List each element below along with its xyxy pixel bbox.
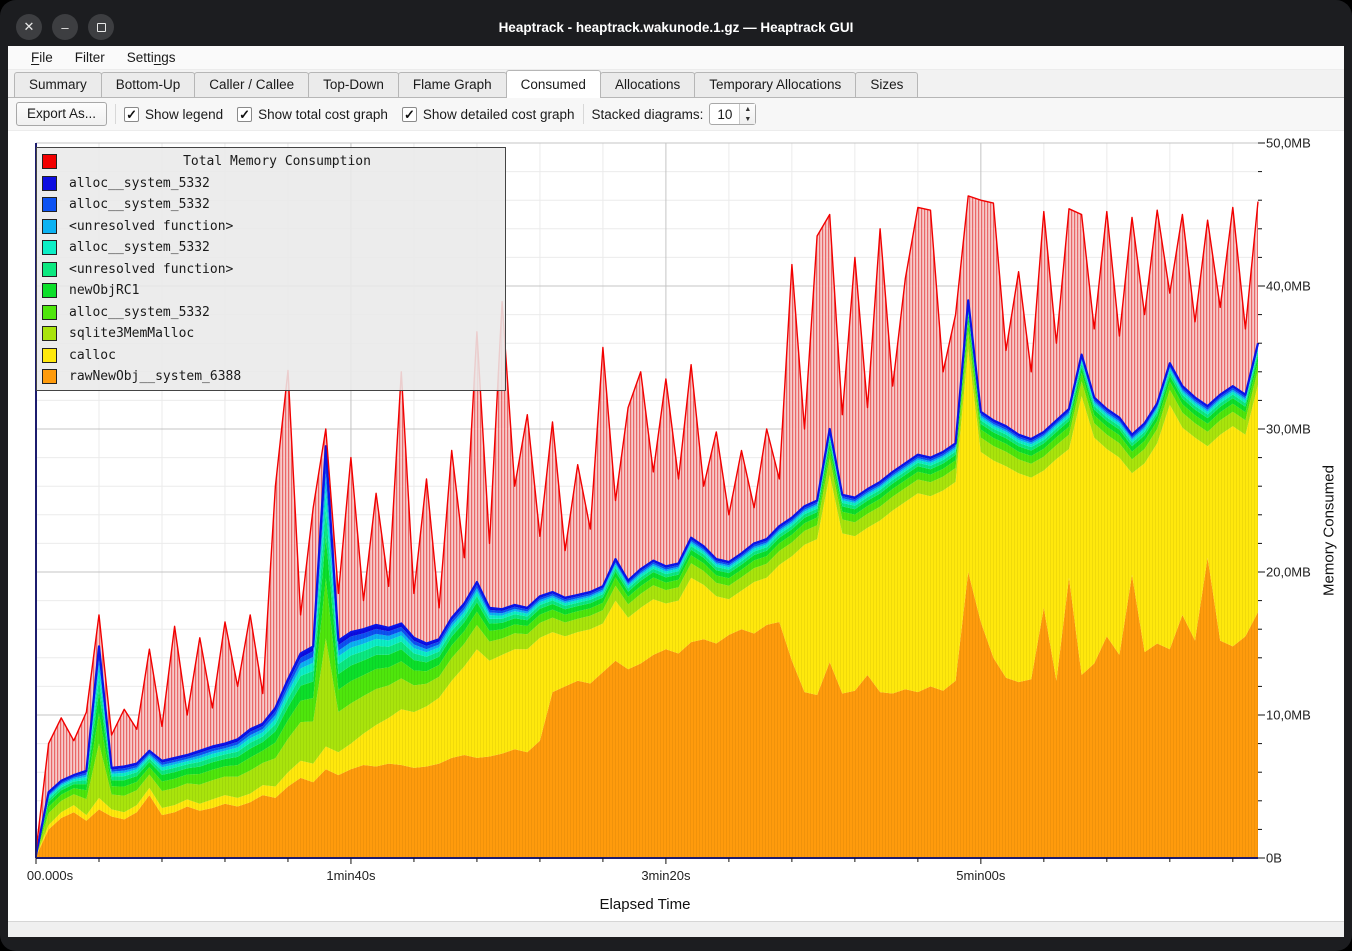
legend-item[interactable]: alloc__system_5332 [37, 302, 505, 322]
chart-legend[interactable]: Total Memory Consumption alloc__system_53… [36, 147, 506, 391]
titlebar: ✕ – Heaptrack - heaptrack.wakunode.1.gz … [8, 8, 1344, 46]
legend-item[interactable]: <unresolved function> [37, 259, 505, 279]
spinner-up-icon[interactable]: ▲ [740, 104, 755, 114]
x-tick-label: 00.000s [27, 868, 73, 883]
legend-label: alloc__system_5332 [69, 240, 210, 255]
y-tick-label: 0B [1266, 851, 1282, 866]
legend-item[interactable]: Total Memory Consumption [37, 152, 505, 172]
app-window: ✕ – Heaptrack - heaptrack.wakunode.1.gz … [0, 0, 1352, 951]
stacked-diagrams-label: Stacked diagrams: [592, 107, 704, 122]
export-as-button[interactable]: Export As... [16, 102, 107, 126]
stacked-diagrams-value[interactable]: 10 [710, 104, 739, 124]
toolbar-separator [583, 104, 584, 124]
legend-label: Total Memory Consumption [69, 154, 485, 169]
legend-item[interactable]: calloc [37, 345, 505, 365]
x-axis-title: Elapsed Time [600, 896, 691, 913]
minimize-icon[interactable]: – [52, 14, 78, 40]
checkbox-label: Show legend [145, 107, 223, 122]
checkbox-icon[interactable]: ✓ [237, 107, 252, 122]
legend-swatch-icon [42, 305, 57, 320]
legend-swatch-icon [42, 219, 57, 234]
tab-caller-callee[interactable]: Caller / Callee [194, 72, 309, 97]
stacked-diagrams-control: Stacked diagrams: 10 ▲ ▼ [592, 103, 757, 125]
legend-label: newObjRC1 [69, 283, 139, 298]
tab-temporary-allocations[interactable]: Temporary Allocations [694, 72, 856, 97]
toolbar: Export As... ✓ Show legend ✓ Show total cos… [8, 98, 1344, 131]
memory-consumption-chart: 50,0MB 40,0MB 30,0MB 20,0MB 10,0MB 0B 00.000s… [8, 131, 1344, 921]
window-title: Heaptrack - heaptrack.wakunode.1.gz — He… [8, 20, 1344, 35]
legend-swatch-icon [42, 283, 57, 298]
spinner-down-icon[interactable]: ▼ [740, 114, 755, 124]
tabbar: SummaryBottom-UpCaller / CalleeTop-DownF… [8, 70, 1344, 98]
legend-swatch-icon [42, 154, 57, 169]
menubar: FileFilterSettings [8, 46, 1344, 70]
checkbox-label: Show total cost graph [258, 107, 388, 122]
checkbox-show-legend[interactable]: ✓ Show legend [124, 107, 223, 122]
tab-consumed[interactable]: Consumed [506, 70, 601, 98]
checkbox-icon[interactable]: ✓ [124, 107, 139, 122]
maximize-icon[interactable] [88, 14, 114, 40]
legend-swatch-icon [42, 369, 57, 384]
tab-top-down[interactable]: Top-Down [308, 72, 399, 97]
legend-item[interactable]: rawNewObj__system_6388 [37, 367, 505, 387]
spinner-buttons[interactable]: ▲ ▼ [739, 104, 755, 124]
legend-label: alloc__system_5332 [69, 305, 210, 320]
checkbox-label: Show detailed cost graph [423, 107, 575, 122]
y-tick-label: 30,0MB [1266, 422, 1311, 437]
window-controls: ✕ – [16, 14, 114, 40]
menu-item-filter[interactable]: Filter [66, 48, 114, 67]
y-tick-label: 40,0MB [1266, 279, 1311, 294]
legend-label: <unresolved function> [69, 219, 233, 234]
legend-item[interactable]: alloc__system_5332 [37, 195, 505, 215]
menu-item-file[interactable]: File [22, 48, 62, 67]
checkbox-icon[interactable]: ✓ [402, 107, 417, 122]
legend-label: <unresolved function> [69, 262, 233, 277]
tab-bottom-up[interactable]: Bottom-Up [101, 72, 196, 97]
tab-allocations[interactable]: Allocations [600, 72, 695, 97]
legend-swatch-icon [42, 348, 57, 363]
x-tick-label: 1min40s [326, 868, 375, 883]
legend-label: alloc__system_5332 [69, 197, 210, 212]
checkbox-show-total-cost-graph[interactable]: ✓ Show total cost graph [237, 107, 388, 122]
legend-swatch-icon [42, 240, 57, 255]
legend-swatch-icon [42, 176, 57, 191]
window-bottom-strip [8, 921, 1344, 937]
tab-sizes[interactable]: Sizes [855, 72, 918, 97]
legend-label: rawNewObj__system_6388 [69, 369, 241, 384]
x-tick-label: 3min20s [641, 868, 690, 883]
legend-swatch-icon [42, 262, 57, 277]
legend-swatch-icon [42, 197, 57, 212]
toolbar-separator [115, 104, 116, 124]
menu-item-settings[interactable]: Settings [118, 48, 185, 67]
y-axis-title: Memory Consumed [1321, 516, 1338, 546]
checkbox-show-detailed-cost-graph[interactable]: ✓ Show detailed cost graph [402, 107, 575, 122]
legend-label: calloc [69, 348, 116, 363]
close-icon[interactable]: ✕ [16, 14, 42, 40]
legend-item[interactable]: newObjRC1 [37, 281, 505, 301]
x-tick-label: 5min00s [956, 868, 1005, 883]
legend-label: sqlite3MemMalloc [69, 326, 194, 341]
legend-item[interactable]: alloc__system_5332 [37, 238, 505, 258]
legend-label: alloc__system_5332 [69, 176, 210, 191]
legend-swatch-icon [42, 326, 57, 341]
legend-item[interactable]: sqlite3MemMalloc [37, 324, 505, 344]
legend-item[interactable]: alloc__system_5332 [37, 173, 505, 193]
y-tick-label: 20,0MB [1266, 565, 1311, 580]
stacked-diagrams-spinbox[interactable]: 10 ▲ ▼ [709, 103, 756, 125]
legend-item[interactable]: <unresolved function> [37, 216, 505, 236]
tab-summary[interactable]: Summary [14, 72, 102, 97]
tab-flame-graph[interactable]: Flame Graph [398, 72, 507, 97]
y-tick-label: 50,0MB [1266, 136, 1311, 151]
y-tick-label: 10,0MB [1266, 708, 1311, 723]
